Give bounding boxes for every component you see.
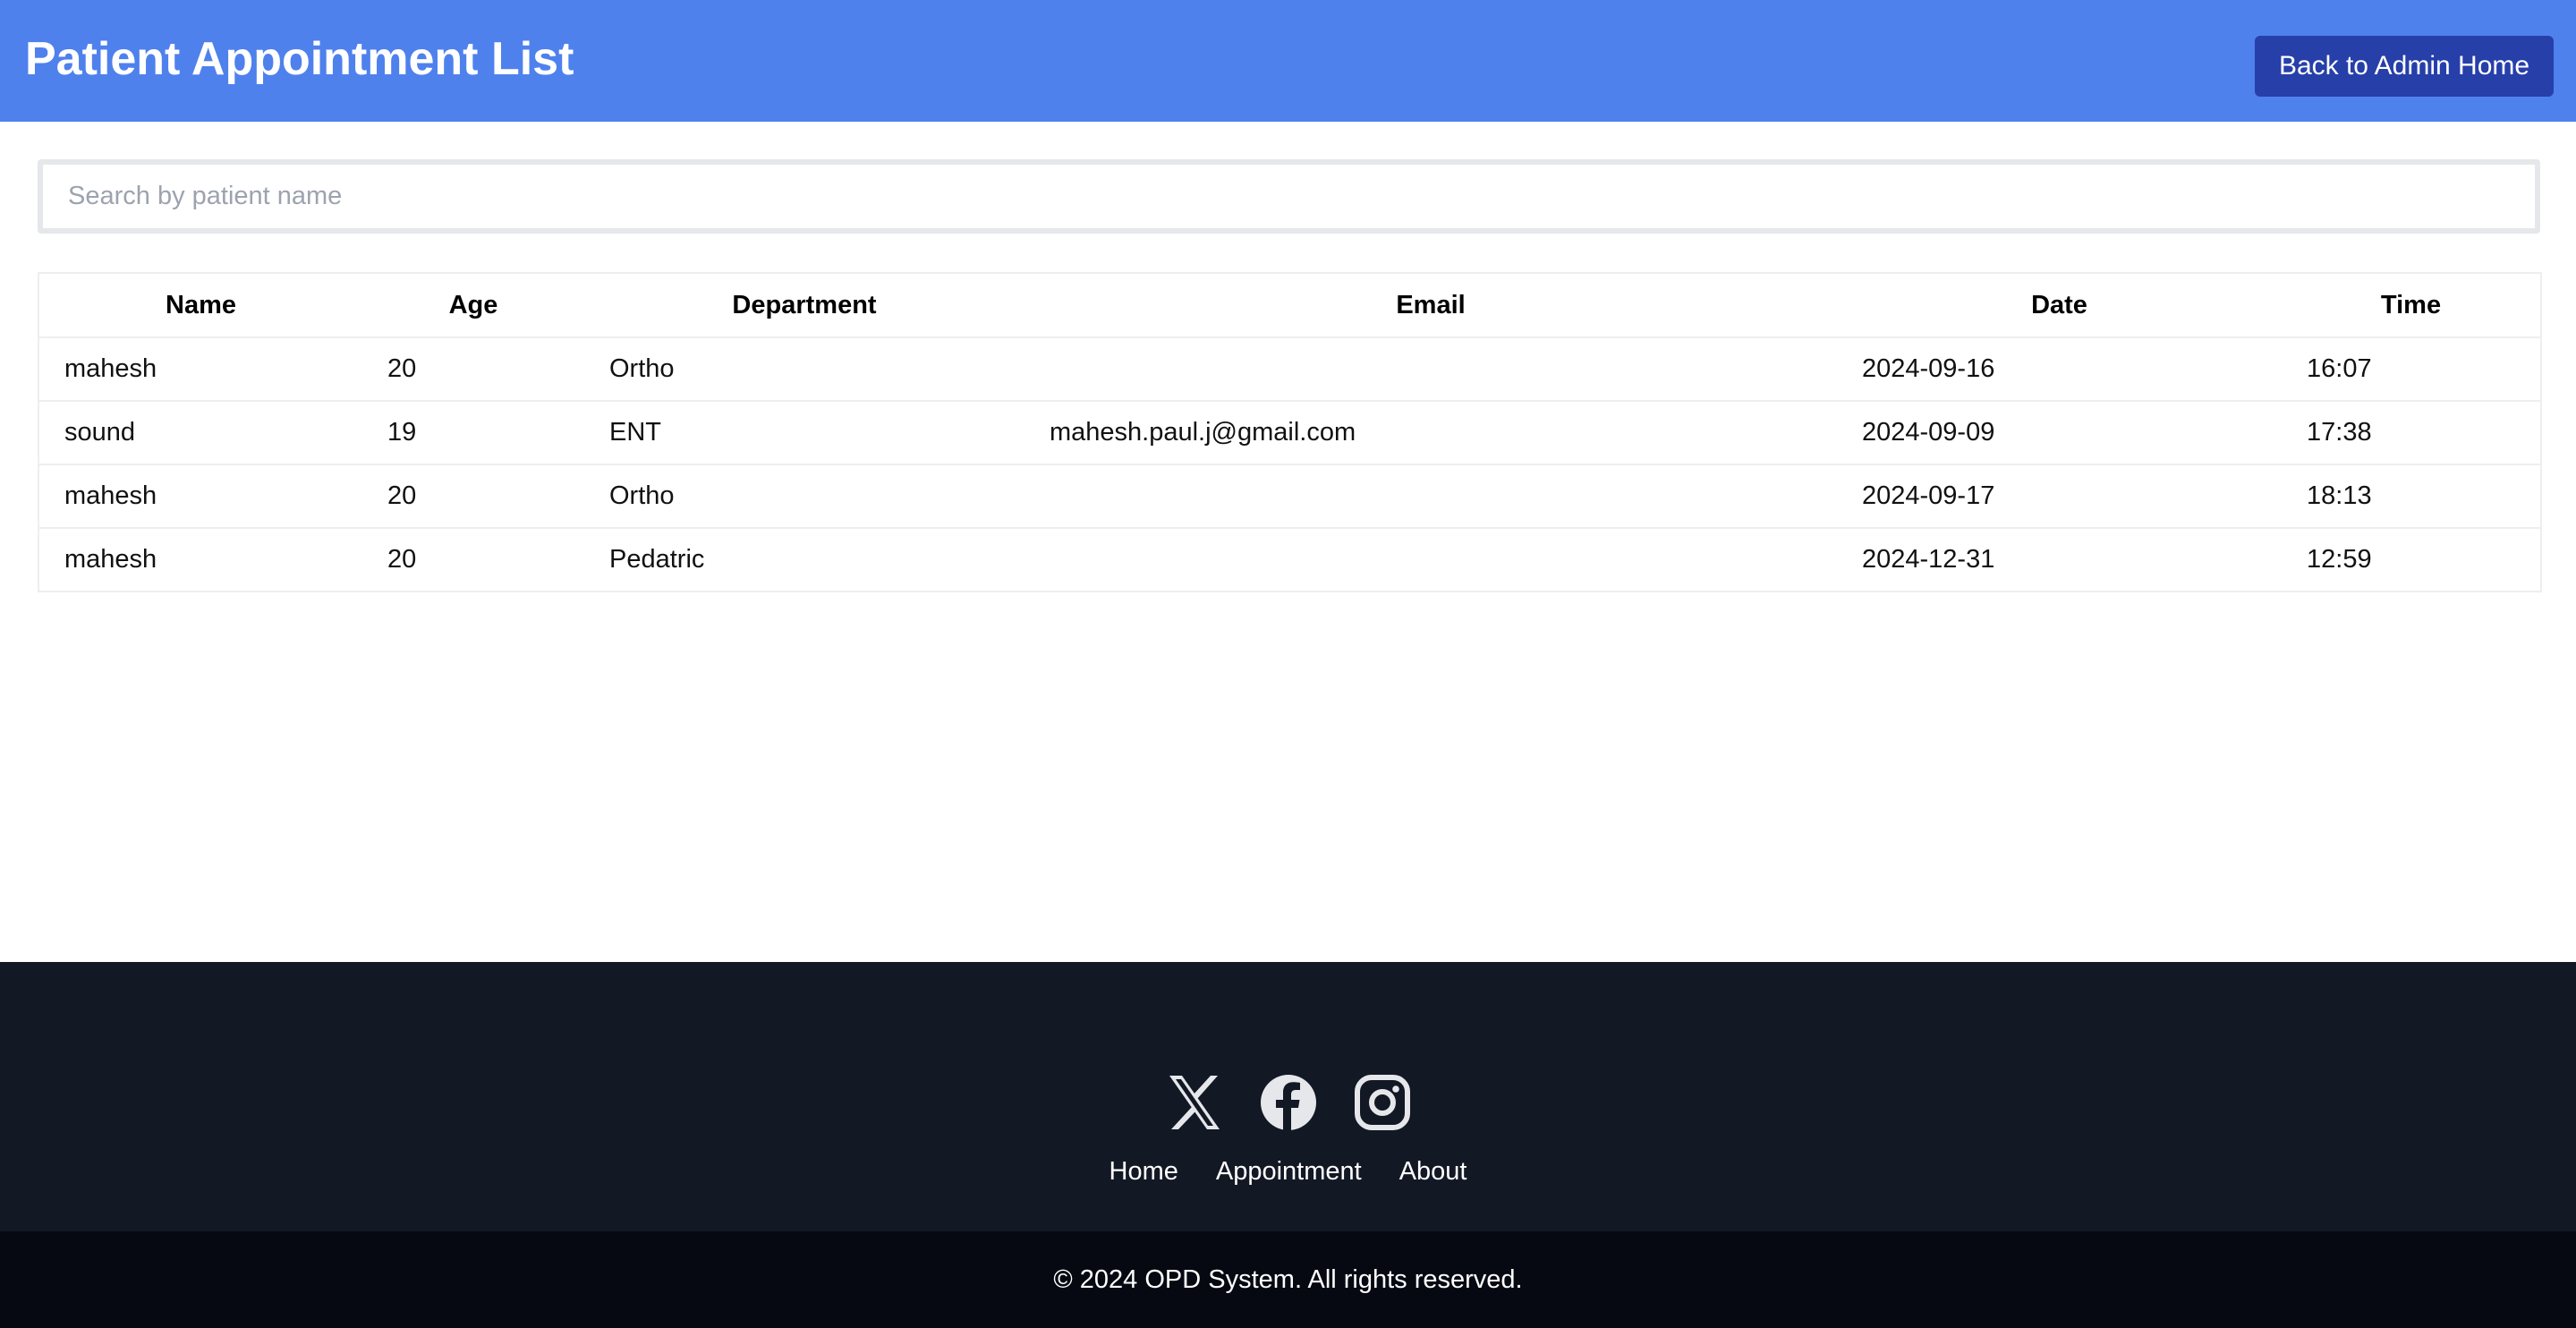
cell-department: ENT xyxy=(584,401,1024,465)
cell-email: mahesh.paul.j@gmail.com xyxy=(1024,401,1837,465)
table-row: mahesh 20 Pedatric 2024-12-31 12:59 xyxy=(38,528,2541,592)
back-to-admin-home-button[interactable]: Back to Admin Home xyxy=(2255,36,2554,97)
cell-date: 2024-09-09 xyxy=(1837,401,2282,465)
page-title: Patient Appointment List xyxy=(25,33,574,85)
column-header-time: Time xyxy=(2282,273,2541,338)
table-header-row: Name Age Department Email Date Time xyxy=(38,273,2541,338)
footer-link-home[interactable]: Home xyxy=(1109,1156,1178,1187)
cell-department: Ortho xyxy=(584,337,1024,402)
cell-age: 19 xyxy=(362,401,584,465)
page-header: Patient Appointment List Back to Admin H… xyxy=(0,0,2576,122)
instagram-icon[interactable] xyxy=(1354,1074,1411,1131)
social-links xyxy=(0,1074,2576,1131)
footer-link-appointment[interactable]: Appointment xyxy=(1216,1156,1362,1187)
cell-age: 20 xyxy=(387,545,417,574)
cell-date: 2024-09-16 xyxy=(1837,337,2282,402)
cell-email xyxy=(1024,464,1837,529)
footer-nav: Home Appointment About xyxy=(0,1156,2576,1187)
column-header-age: Age xyxy=(362,273,584,338)
table-row: mahesh 20 Ortho 2024-09-16 16:07 xyxy=(38,337,2541,402)
cell-name: mahesh xyxy=(64,545,157,574)
footer-link-about[interactable]: About xyxy=(1399,1156,1467,1187)
cell-date: 2024-12-31 xyxy=(1862,545,1995,574)
facebook-icon[interactable] xyxy=(1260,1074,1317,1131)
cell-department: Ortho xyxy=(584,464,1024,529)
cell-age: 20 xyxy=(362,337,584,402)
cell-time: 16:07 xyxy=(2282,337,2541,402)
cell-name: sound xyxy=(38,401,362,465)
appointments-table-container: Name Age Department Email Date Time mahe… xyxy=(38,272,2542,592)
cell-age: 20 xyxy=(362,464,584,529)
page: Patient Appointment List Back to Admin H… xyxy=(0,0,2576,1328)
cell-email xyxy=(1024,528,1837,592)
copyright-bar: © 2024 OPD System. All rights reserved. xyxy=(0,1231,2576,1328)
patient-search-input[interactable] xyxy=(38,159,2540,234)
cell-department: Pedatric xyxy=(609,545,705,574)
appointments-table: Name Age Department Email Date Time mahe… xyxy=(38,272,2542,592)
table-row: sound 19 ENT mahesh.paul.j@gmail.com 202… xyxy=(38,401,2541,465)
column-header-department: Department xyxy=(584,273,1024,338)
column-header-date: Date xyxy=(1837,273,2282,338)
cell-date: 2024-09-17 xyxy=(1837,464,2282,529)
cell-email xyxy=(1024,337,1837,402)
column-header-name: Name xyxy=(38,273,362,338)
cell-time: 12:59 xyxy=(2307,545,2372,574)
x-icon[interactable] xyxy=(1166,1074,1223,1131)
table-row: mahesh 20 Ortho 2024-09-17 18:13 xyxy=(38,464,2541,529)
cell-name: mahesh xyxy=(38,337,362,402)
cell-time: 17:38 xyxy=(2282,401,2541,465)
page-footer: Home Appointment About xyxy=(0,962,2576,1231)
column-header-email: Email xyxy=(1024,273,1837,338)
cell-name: mahesh xyxy=(38,464,362,529)
cell-time: 18:13 xyxy=(2282,464,2541,529)
copyright-text: © 2024 OPD System. All rights reserved. xyxy=(1053,1265,1523,1294)
